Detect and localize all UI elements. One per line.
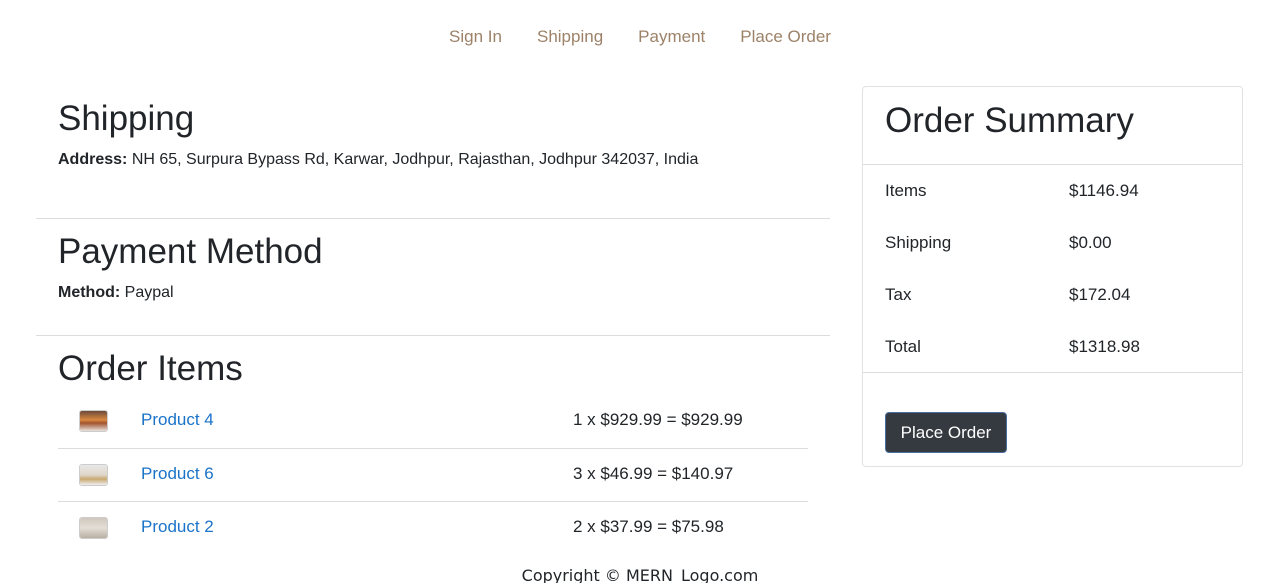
product-link[interactable]: Product 2 — [141, 517, 214, 537]
summary-row-tax: Tax $172.04 — [863, 269, 1242, 321]
footer-copyright: Copyright © MERN_Logo.com — [521, 566, 759, 583]
order-items-list: Product 4 1 x $929.99 = $929.99 Product … — [58, 395, 808, 556]
payment-method: Method: Paypal — [58, 282, 808, 304]
summary-value: $1146.94 — [1069, 181, 1139, 200]
place-order-button[interactable]: Place Order — [885, 412, 1007, 453]
divider — [36, 335, 830, 336]
summary-row-shipping: Shipping $0.00 — [863, 217, 1242, 269]
summary-value: $0.00 — [1069, 233, 1112, 252]
summary-label: Shipping — [885, 233, 952, 252]
address-label: Address: — [58, 151, 128, 168]
product-link[interactable]: Product 4 — [141, 410, 214, 430]
order-details: Shipping Address: NH 65, Surpura Bypass … — [36, 86, 830, 556]
step-shipping[interactable]: Shipping — [537, 27, 603, 47]
shipping-title: Shipping — [58, 99, 195, 138]
method-label: Method: — [58, 284, 121, 301]
payment-title: Payment Method — [58, 232, 323, 271]
order-summary-title: Order Summary — [885, 101, 1134, 140]
product-price-calc: 2 x $37.99 = $75.98 — [573, 517, 724, 536]
step-payment[interactable]: Payment — [638, 27, 705, 47]
summary-row-items: Items $1146.94 — [863, 165, 1242, 217]
summary-value: $1318.98 — [1069, 337, 1140, 356]
payment-section: Payment Method Method: Paypal — [36, 232, 830, 335]
list-item: Product 4 1 x $929.99 = $929.99 — [58, 395, 808, 449]
step-place-order[interactable]: Place Order — [740, 27, 831, 47]
shipping-section: Shipping Address: NH 65, Surpura Bypass … — [36, 99, 830, 218]
order-summary-card: Order Summary Items $1146.94 Shipping $0… — [862, 86, 1243, 467]
product-link[interactable]: Product 6 — [141, 464, 214, 484]
product-image — [79, 463, 108, 486]
list-item: Product 2 2 x $37.99 = $75.98 — [58, 502, 808, 556]
product-price-calc: 1 x $929.99 = $929.99 — [573, 410, 743, 429]
checkout-steps: Sign In Shipping Payment Place Order — [0, 27, 1280, 47]
order-summary-header: Order Summary — [863, 87, 1242, 165]
list-item: Product 6 3 x $46.99 = $140.97 — [58, 449, 808, 502]
product-image — [79, 517, 108, 539]
product-price-calc: 3 x $46.99 = $140.97 — [573, 463, 734, 483]
summary-label: Items — [885, 181, 927, 200]
method-value: Paypal — [124, 284, 174, 301]
summary-label: Total — [885, 337, 921, 356]
summary-row-total: Total $1318.98 — [863, 321, 1242, 373]
address-value: NH 65, Surpura Bypass Rd, Karwar, Jodhpu… — [131, 151, 699, 168]
summary-label: Tax — [885, 285, 912, 304]
summary-list: Items $1146.94 Shipping $0.00 Tax $172.0… — [863, 165, 1242, 373]
summary-value: $172.04 — [1069, 285, 1131, 304]
order-items-section: Order Items Product 4 1 x $929.99 = $929… — [36, 349, 830, 556]
shipping-address: Address: NH 65, Surpura Bypass Rd, Karwa… — [58, 149, 808, 171]
order-items-title: Order Items — [58, 349, 243, 388]
step-sign-in[interactable]: Sign In — [449, 27, 502, 47]
product-image — [79, 410, 108, 432]
divider — [36, 218, 830, 219]
